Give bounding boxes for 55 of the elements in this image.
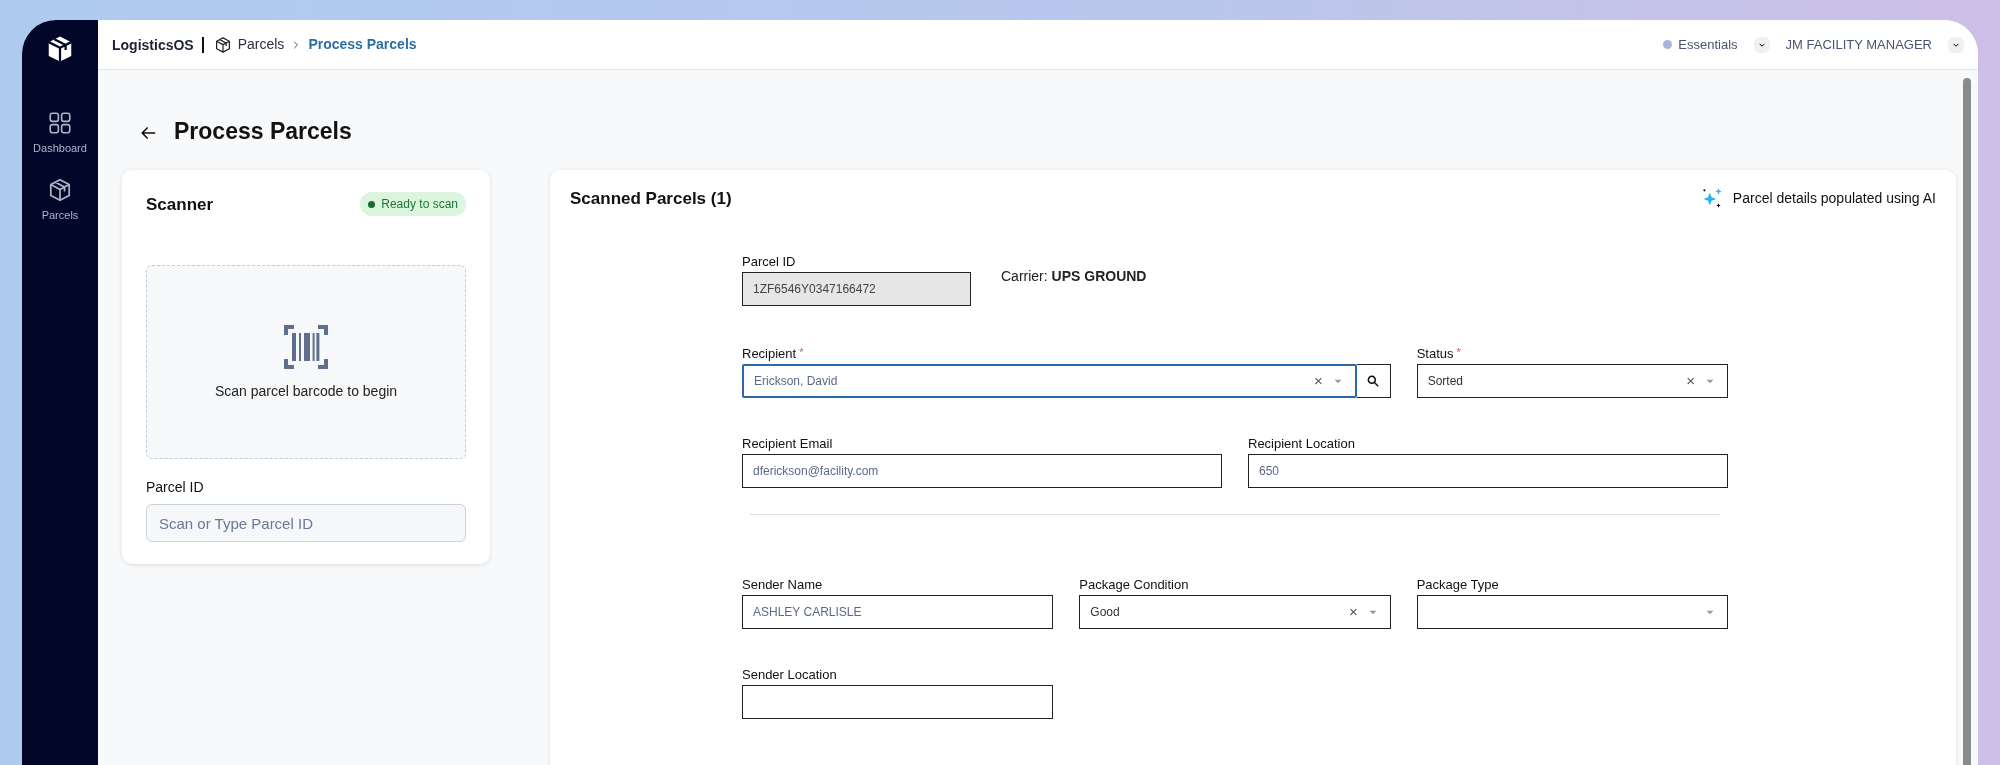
plan-label: Essentials <box>1678 35 1738 54</box>
clear-icon[interactable]: × <box>1313 373 1323 389</box>
card-title: Scanner <box>146 193 214 216</box>
dropdown-button[interactable] <box>1948 36 1964 53</box>
field-label: Sender Location <box>742 665 837 681</box>
field-value: 650 <box>1259 462 1281 480</box>
field-label: Recipient Email <box>742 434 833 450</box>
plan-dot <box>1663 40 1673 49</box>
app-name: LogisticsOS <box>112 36 204 53</box>
select-field[interactable]: Good × <box>1079 594 1391 629</box>
user-name: JM FACILITY MANAGER <box>1785 35 1932 54</box>
search-button[interactable] <box>1356 363 1391 398</box>
scan-prompt: Scan parcel barcode to begin <box>214 381 398 401</box>
carrier-text: Carrier: UPS GROUND <box>1001 266 1147 286</box>
input-field[interactable]: dferickson@facility.com <box>742 453 1222 488</box>
field-label: Package Type <box>1416 575 1499 591</box>
field-value: Erickson, David <box>754 372 839 390</box>
clear-icon[interactable]: × <box>1686 373 1695 389</box>
field-label: Recipient Location <box>1248 434 1355 450</box>
field-label: Package Condition <box>1079 575 1189 591</box>
breadcrumb-link[interactable]: Process Parcels <box>308 34 417 55</box>
field-value: dferickson@facility.com <box>753 462 880 480</box>
required-mark: * <box>1456 344 1461 360</box>
select-field[interactable]: Erickson, David × <box>742 363 1357 398</box>
field-label: Status <box>1416 344 1454 360</box>
status-badge: Ready to scan <box>360 192 466 217</box>
field-value: Good <box>1090 603 1121 621</box>
card-title: Scanned Parcels (1) <box>570 187 732 210</box>
select-field[interactable] <box>1416 594 1728 629</box>
clear-icon[interactable]: × <box>1348 604 1358 620</box>
field-label: Parcel ID <box>146 478 205 498</box>
input-field[interactable]: ASHLEY CARLISLE <box>742 594 1054 629</box>
field-label: Sender Name <box>742 575 823 591</box>
search-icon <box>1366 373 1381 388</box>
field-label: Recipient <box>742 344 797 360</box>
field-label: Parcel ID <box>742 252 797 268</box>
scrollbar[interactable] <box>1963 78 1971 765</box>
barcode-icon <box>282 322 330 371</box>
barcode-drop-zone[interactable]: Scan parcel barcode to begin <box>146 265 466 460</box>
parcel-id-input[interactable]: Scan or Type Parcel ID <box>146 504 466 543</box>
required-mark: * <box>799 344 804 360</box>
cube-icon <box>213 35 232 54</box>
sidebar-item[interactable]: Dashboard <box>33 110 87 157</box>
sidebar-item[interactable]: Parcels <box>41 176 79 223</box>
field-value: Sorted <box>1427 372 1464 390</box>
input-field[interactable]: 650 <box>1248 453 1728 488</box>
page-title: Process Parcels <box>174 118 352 146</box>
cube-icon <box>47 176 73 203</box>
ai-note: Parcel details populated using AI <box>1732 189 1936 209</box>
input-field[interactable] <box>742 684 1054 719</box>
dropdown-button[interactable] <box>1753 36 1770 53</box>
select-field[interactable]: Sorted × <box>1416 363 1728 398</box>
field-value: ASHLEY CARLISLE <box>753 603 863 621</box>
breadcrumb-link[interactable]: Parcels <box>237 34 285 55</box>
dashboard-icon <box>47 110 73 136</box>
